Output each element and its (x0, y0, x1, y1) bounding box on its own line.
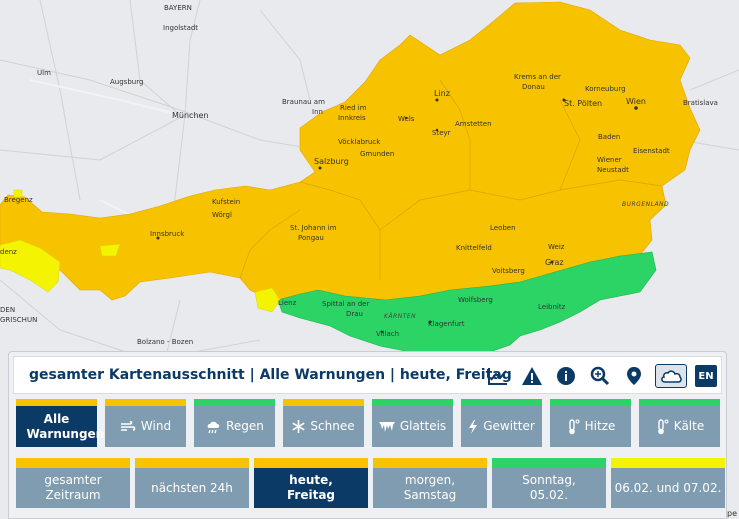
svg-text:Klagenfurt: Klagenfurt (428, 320, 465, 328)
svg-text:Weiz: Weiz (548, 243, 565, 251)
svg-text:Villach: Villach (376, 330, 399, 338)
language-button[interactable]: EN (695, 365, 717, 387)
map-label: denz (0, 248, 17, 256)
period-button-heute[interactable]: heute, Freitag (254, 458, 368, 508)
svg-text:Voitsberg: Voitsberg (492, 267, 525, 275)
rain-icon (205, 420, 221, 434)
ice-icon (378, 421, 395, 433)
warning-control-panel: gesamter Kartenausschnitt | Alle Warnung… (8, 351, 727, 519)
heat-icon (566, 418, 580, 435)
svg-text:Wien: Wien (626, 97, 646, 106)
snow-icon (292, 420, 305, 433)
wind-icon (120, 420, 136, 433)
svg-text:Linz: Linz (434, 89, 450, 98)
cloud-layer-icon[interactable] (655, 364, 687, 388)
svg-text:BURGENLAND: BURGENLAND (622, 201, 669, 208)
svg-text:Knittelfeld: Knittelfeld (456, 244, 492, 252)
map-label: Bolzano - Bozen (137, 338, 193, 346)
svg-text:Leibnitz: Leibnitz (538, 303, 566, 311)
type-button-regen[interactable]: Regen (194, 399, 275, 447)
type-button-gewitter[interactable]: Gewitter (461, 399, 542, 447)
svg-text:Innkreis: Innkreis (338, 114, 366, 122)
svg-text:Lienz: Lienz (278, 299, 297, 307)
svg-text:Drau: Drau (346, 310, 363, 318)
period-button-morgen[interactable]: morgen, Samstag (373, 458, 487, 508)
zoom-search-icon[interactable] (587, 364, 613, 388)
svg-text:Graz: Graz (545, 258, 564, 267)
svg-text:Inn: Inn (312, 108, 323, 116)
period-button-gesamter-zeitraum[interactable]: gesamter Zeitraum (16, 458, 130, 508)
warning-icon[interactable] (519, 364, 545, 388)
svg-text:Baden: Baden (598, 133, 620, 141)
chart-icon[interactable] (485, 364, 511, 388)
svg-text:Bratislava: Bratislava (683, 99, 718, 107)
svg-text:Krems an der: Krems an der (514, 73, 561, 81)
type-button-hitze[interactable]: Hitze (550, 399, 631, 447)
svg-text:Steyr: Steyr (432, 129, 451, 137)
svg-text:Wolfsberg: Wolfsberg (458, 296, 493, 304)
svg-text:Braunau am: Braunau am (282, 98, 325, 106)
svg-text:Ried im: Ried im (340, 104, 367, 112)
map-label: Ulm (37, 69, 51, 77)
svg-text:St. Pölten: St. Pölten (564, 99, 602, 108)
type-button-glatteis[interactable]: Glatteis (372, 399, 453, 447)
svg-text:Pongau: Pongau (298, 234, 324, 242)
map-label-bayern: BAYERN (164, 4, 192, 12)
type-button-label: Alle Warnungen (26, 411, 105, 441)
type-button-schnee[interactable]: Schnee (283, 399, 364, 447)
map-label: Ingolstadt (163, 24, 198, 32)
svg-text:Leoben: Leoben (490, 224, 516, 232)
type-button-all[interactable]: Alle Warnungen (16, 399, 105, 447)
map-label: Kufstein (212, 198, 240, 206)
toolbar: EN (485, 363, 717, 389)
period-button-folgetage[interactable]: 06.02. und 07.02. (611, 458, 725, 508)
svg-text:Wiener: Wiener (597, 156, 622, 164)
svg-text:Amstetten: Amstetten (455, 120, 492, 128)
map-label: Augsburg (110, 78, 143, 86)
info-icon[interactable] (553, 364, 579, 388)
svg-text:Vöcklabruck: Vöcklabruck (338, 138, 381, 146)
location-pin-icon[interactable] (621, 364, 647, 388)
panel-header: gesamter Kartenausschnitt | Alle Warnung… (13, 356, 722, 394)
period-button-naechste-24h[interactable]: nächsten 24h (135, 458, 249, 508)
svg-text:Donau: Donau (522, 83, 545, 91)
map-label: DEN (0, 306, 15, 314)
map-label: Bregenz (4, 196, 33, 204)
warning-type-selector: Alle Warnungen Wind Regen Schnee Glattei… (16, 399, 720, 447)
time-period-selector: gesamter Zeitraum nächsten 24h heute, Fr… (16, 458, 725, 508)
map-label: Innsbruck (150, 230, 185, 238)
svg-text:Eisenstadt: Eisenstadt (633, 147, 670, 155)
type-button-wind[interactable]: Wind (105, 399, 186, 447)
cold-icon (655, 418, 669, 435)
svg-text:Salzburg: Salzburg (314, 157, 349, 166)
svg-text:Korneuburg: Korneuburg (585, 85, 626, 93)
svg-text:Spittal an der: Spittal an der (322, 300, 369, 308)
thunder-icon (468, 419, 478, 434)
svg-text:KÄRNTEN: KÄRNTEN (384, 313, 416, 320)
type-button-kaelte[interactable]: Kälte (639, 399, 720, 447)
period-button-sonntag[interactable]: Sonntag, 05.02. (492, 458, 606, 508)
map-label: München (172, 111, 209, 120)
map-label: GRISCHUN (0, 316, 37, 324)
panel-title: gesamter Kartenausschnitt | Alle Warnung… (29, 367, 512, 383)
svg-text:Neustadt: Neustadt (597, 166, 629, 174)
svg-text:St. Johann im: St. Johann im (290, 224, 337, 232)
map-label: Wörgl (212, 211, 232, 219)
svg-text:Gmunden: Gmunden (360, 150, 394, 158)
